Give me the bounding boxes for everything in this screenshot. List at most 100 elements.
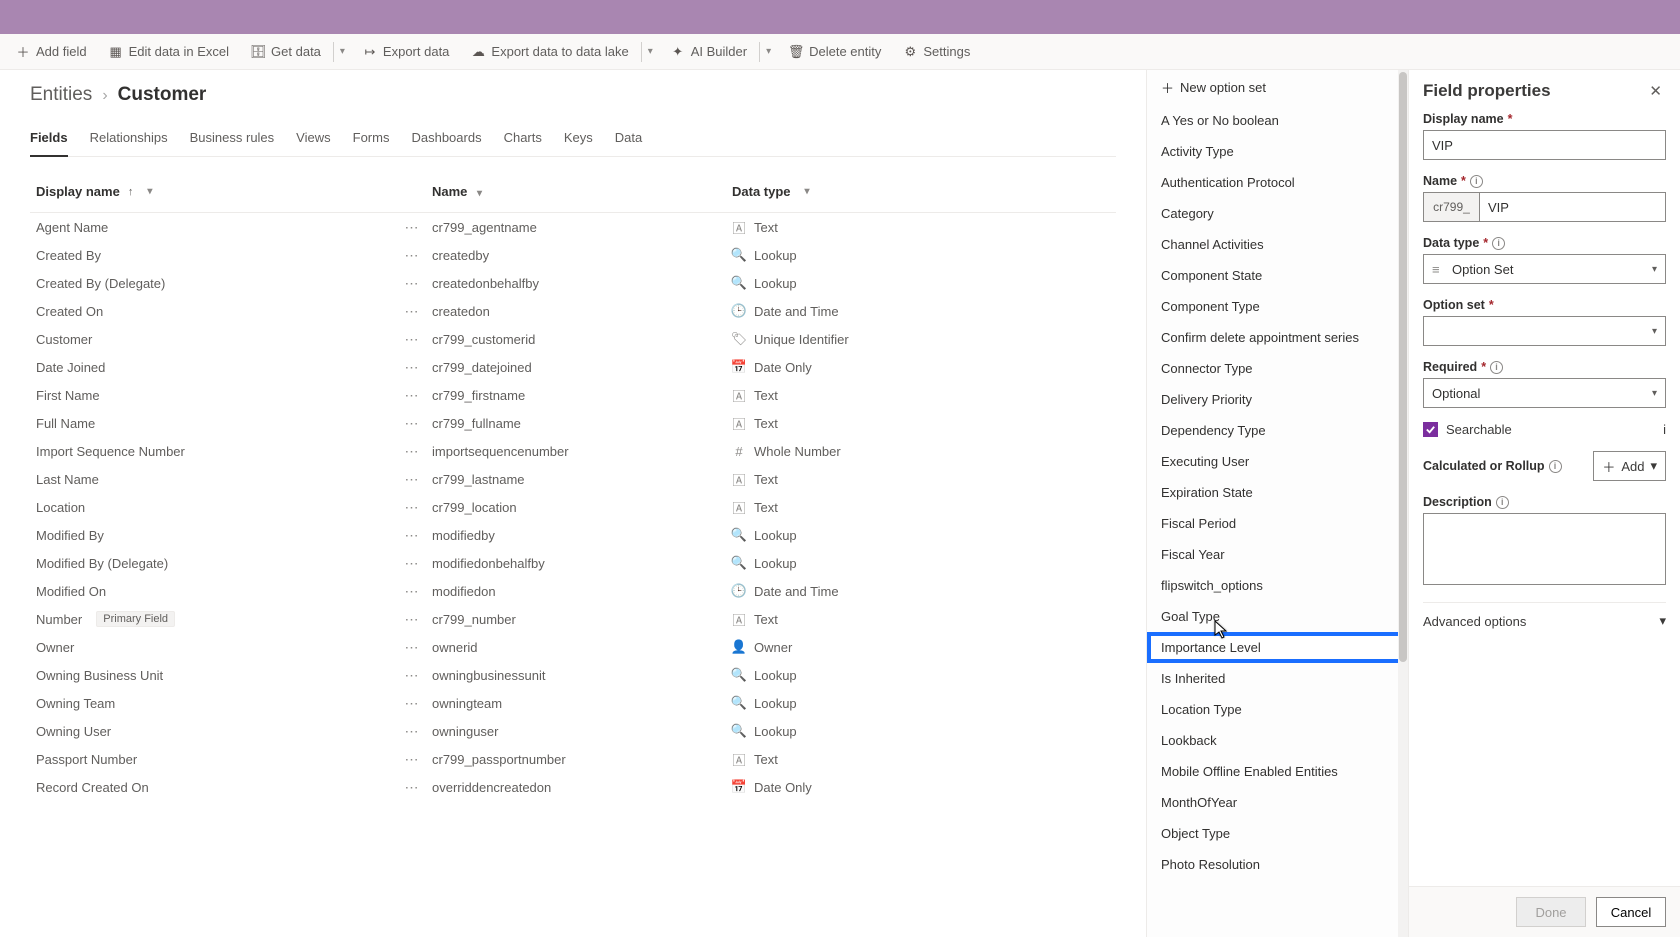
- optionset-item[interactable]: Lookback: [1147, 725, 1408, 756]
- tab-keys[interactable]: Keys: [564, 124, 593, 157]
- table-row[interactable]: Customer⋯cr799_customerid🏷Unique Identif…: [30, 325, 1116, 353]
- optionset-item[interactable]: A Yes or No boolean: [1147, 105, 1408, 136]
- optionset-item[interactable]: Photo Resolution: [1147, 849, 1408, 880]
- optionset-item[interactable]: Object Type: [1147, 818, 1408, 849]
- tab-data[interactable]: Data: [615, 124, 642, 157]
- optionset-select[interactable]: ▾: [1423, 316, 1666, 346]
- searchable-checkbox[interactable]: [1423, 422, 1438, 437]
- optionset-item[interactable]: Confirm delete appointment series: [1147, 322, 1408, 353]
- optionset-item[interactable]: Connector Type: [1147, 353, 1408, 384]
- info-icon[interactable]: i: [1492, 237, 1505, 250]
- tab-charts[interactable]: Charts: [504, 124, 542, 157]
- name-input[interactable]: [1479, 192, 1666, 222]
- row-more-icon[interactable]: ⋯: [392, 471, 432, 488]
- export-lake-chevron[interactable]: ▾: [641, 42, 659, 62]
- info-icon[interactable]: i: [1490, 361, 1503, 374]
- optionset-item[interactable]: Location Type: [1147, 694, 1408, 725]
- ai-builder-button[interactable]: ✦ AI Builder: [661, 40, 757, 63]
- optionset-item[interactable]: Mobile Offline Enabled Entities: [1147, 756, 1408, 787]
- edit-in-excel-button[interactable]: ▦ Edit data in Excel: [99, 40, 239, 63]
- info-icon[interactable]: i: [1663, 422, 1666, 437]
- scrollbar[interactable]: [1398, 70, 1408, 937]
- row-more-icon[interactable]: ⋯: [392, 443, 432, 460]
- optionset-item[interactable]: Component State: [1147, 260, 1408, 291]
- table-row[interactable]: First Name⋯cr799_firstname🄰Text: [30, 381, 1116, 409]
- optionset-item[interactable]: Dependency Type: [1147, 415, 1408, 446]
- tab-relationships[interactable]: Relationships: [90, 124, 168, 157]
- optionset-item[interactable]: Executing User: [1147, 446, 1408, 477]
- table-row[interactable]: Date Joined⋯cr799_datejoined📅Date Only: [30, 353, 1116, 381]
- table-row[interactable]: Created On⋯createdon🕒Date and Time: [30, 297, 1116, 325]
- info-icon[interactable]: i: [1470, 175, 1483, 188]
- export-lake-button[interactable]: ☁ Export data to data lake: [461, 40, 638, 63]
- optionset-item[interactable]: Authentication Protocol: [1147, 167, 1408, 198]
- tab-forms[interactable]: Forms: [353, 124, 390, 157]
- row-more-icon[interactable]: ⋯: [392, 723, 432, 740]
- col-header-display[interactable]: Display name ↑ ▾: [32, 184, 392, 199]
- table-row[interactable]: Agent Name⋯cr799_agentname🄰Text: [30, 213, 1116, 241]
- optionset-item[interactable]: Activity Type: [1147, 136, 1408, 167]
- table-row[interactable]: Full Name⋯cr799_fullname🄰Text: [30, 409, 1116, 437]
- optionset-item[interactable]: Component Type: [1147, 291, 1408, 322]
- delete-entity-button[interactable]: 🗑 Delete entity: [779, 40, 891, 63]
- col-header-datatype[interactable]: Data type ▾: [732, 184, 1114, 199]
- optionset-item[interactable]: Channel Activities: [1147, 229, 1408, 260]
- get-data-button[interactable]: 🗄 Get data: [241, 40, 331, 63]
- row-more-icon[interactable]: ⋯: [392, 667, 432, 684]
- optionset-item[interactable]: Expiration State: [1147, 477, 1408, 508]
- breadcrumb-root[interactable]: Entities: [30, 84, 92, 106]
- col-header-name[interactable]: Name ▾: [432, 184, 732, 199]
- info-icon[interactable]: i: [1496, 496, 1509, 509]
- table-row[interactable]: Record Created On⋯overriddencreatedon📅Da…: [30, 773, 1116, 801]
- optionset-item[interactable]: flipswitch_options: [1147, 570, 1408, 601]
- required-select[interactable]: Optional ▾: [1423, 378, 1666, 408]
- table-row[interactable]: Owning User⋯owninguser🔍Lookup: [30, 717, 1116, 745]
- cancel-button[interactable]: Cancel: [1596, 897, 1666, 927]
- table-row[interactable]: Owner⋯ownerid👤Owner: [30, 633, 1116, 661]
- optionset-item[interactable]: MonthOfYear: [1147, 787, 1408, 818]
- row-more-icon[interactable]: ⋯: [392, 639, 432, 656]
- table-row[interactable]: Created By (Delegate)⋯createdonbehalfby🔍…: [30, 269, 1116, 297]
- optionset-item[interactable]: Category: [1147, 198, 1408, 229]
- table-row[interactable]: Owning Team⋯owningteam🔍Lookup: [30, 689, 1116, 717]
- row-more-icon[interactable]: ⋯: [392, 247, 432, 264]
- export-data-button[interactable]: ↦ Export data: [353, 40, 460, 63]
- row-more-icon[interactable]: ⋯: [392, 415, 432, 432]
- close-icon[interactable]: ✕: [1645, 80, 1666, 102]
- row-more-icon[interactable]: ⋯: [392, 527, 432, 544]
- optionset-item[interactable]: Fiscal Period: [1147, 508, 1408, 539]
- row-more-icon[interactable]: ⋯: [392, 303, 432, 320]
- table-row[interactable]: Created By⋯createdby🔍Lookup: [30, 241, 1116, 269]
- row-more-icon[interactable]: ⋯: [392, 583, 432, 600]
- row-more-icon[interactable]: ⋯: [392, 387, 432, 404]
- table-row[interactable]: Modified By⋯modifiedby🔍Lookup: [30, 521, 1116, 549]
- description-textarea[interactable]: [1423, 513, 1666, 585]
- row-more-icon[interactable]: ⋯: [392, 219, 432, 236]
- tab-dashboards[interactable]: Dashboards: [411, 124, 481, 157]
- row-more-icon[interactable]: ⋯: [392, 331, 432, 348]
- table-row[interactable]: Modified On⋯modifiedon🕒Date and Time: [30, 577, 1116, 605]
- row-more-icon[interactable]: ⋯: [392, 275, 432, 292]
- table-row[interactable]: Owning Business Unit⋯owningbusinessunit🔍…: [30, 661, 1116, 689]
- get-data-chevron[interactable]: ▾: [333, 42, 351, 62]
- settings-button[interactable]: ⚙ Settings: [893, 40, 980, 63]
- advanced-options-toggle[interactable]: Advanced options ▾: [1423, 602, 1666, 639]
- row-more-icon[interactable]: ⋯: [392, 695, 432, 712]
- optionset-item[interactable]: Is Inherited: [1147, 663, 1408, 694]
- new-option-set[interactable]: ＋New option set: [1147, 70, 1408, 105]
- row-more-icon[interactable]: ⋯: [392, 359, 432, 376]
- optionset-item[interactable]: Goal Type: [1147, 601, 1408, 632]
- add-rollup-button[interactable]: ＋ Add ▾: [1593, 451, 1666, 481]
- tab-views[interactable]: Views: [296, 124, 330, 157]
- display-name-input[interactable]: [1423, 130, 1666, 160]
- row-more-icon[interactable]: ⋯: [392, 555, 432, 572]
- table-row[interactable]: Location⋯cr799_location🄰Text: [30, 493, 1116, 521]
- info-icon[interactable]: i: [1549, 460, 1562, 473]
- table-row[interactable]: Last Name⋯cr799_lastname🄰Text: [30, 465, 1116, 493]
- table-row[interactable]: NumberPrimary Field⋯cr799_number🄰Text: [30, 605, 1116, 633]
- optionset-item[interactable]: Fiscal Year: [1147, 539, 1408, 570]
- row-more-icon[interactable]: ⋯: [392, 611, 432, 628]
- tab-business-rules[interactable]: Business rules: [190, 124, 275, 157]
- row-more-icon[interactable]: ⋯: [392, 499, 432, 516]
- table-row[interactable]: Import Sequence Number⋯importsequencenum…: [30, 437, 1116, 465]
